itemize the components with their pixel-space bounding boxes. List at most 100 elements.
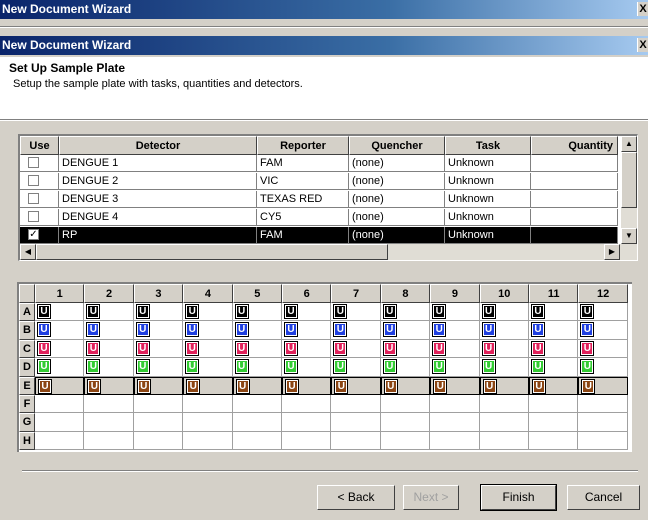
plate-well[interactable]: U	[331, 321, 381, 340]
use-checkbox[interactable]	[28, 211, 39, 222]
use-checkbox[interactable]: ✓	[28, 229, 39, 240]
column-header-quantity[interactable]: Quantity	[531, 136, 618, 155]
plate-well[interactable]	[331, 413, 381, 432]
plate-well[interactable]	[430, 431, 480, 451]
plate-row-header[interactable]: C	[19, 339, 35, 359]
plate-well[interactable]	[35, 395, 85, 414]
plate-well[interactable]	[529, 395, 579, 414]
plate-well[interactable]: U	[35, 376, 85, 395]
plate-well[interactable]: U	[529, 303, 579, 322]
plate-column-header[interactable]: 5	[232, 284, 282, 303]
column-header-quencher[interactable]: Quencher	[349, 136, 445, 155]
plate-well[interactable]: U	[183, 321, 233, 340]
plate-column-header[interactable]: 8	[380, 284, 431, 303]
plate-well[interactable]	[331, 395, 381, 414]
column-header-reporter[interactable]: Reporter	[257, 136, 349, 155]
plate-well[interactable]: U	[331, 376, 381, 395]
plate-row-header[interactable]: A	[19, 303, 35, 322]
plate-well[interactable]: U	[380, 358, 431, 377]
plate-well[interactable]: U	[282, 376, 332, 395]
plate-well[interactable]	[578, 413, 628, 432]
plate-column-header[interactable]: 10	[479, 284, 529, 303]
plate-well[interactable]	[84, 395, 134, 414]
plate-well[interactable]: U	[430, 303, 480, 322]
table-row[interactable]: DENGUE 3 TEXAS RED (none) Unknown	[20, 191, 618, 209]
plate-row-header[interactable]: H	[19, 431, 35, 451]
plate-well[interactable]: U	[380, 376, 431, 395]
plate-well[interactable]	[331, 431, 381, 451]
plate-well[interactable]: U	[529, 321, 579, 340]
plate-well[interactable]	[380, 413, 431, 432]
plate-well[interactable]: U	[578, 303, 628, 322]
plate-well[interactable]	[578, 395, 628, 414]
plate-well[interactable]	[232, 395, 282, 414]
plate-row-header[interactable]: B	[19, 321, 35, 340]
plate-well[interactable]: U	[133, 339, 184, 359]
plate-well[interactable]: U	[133, 321, 184, 340]
plate-well[interactable]	[232, 413, 282, 432]
vertical-scrollbar[interactable]: ▲ ▼	[621, 136, 637, 244]
plate-well[interactable]: U	[183, 358, 233, 377]
plate-well[interactable]: U	[380, 321, 431, 340]
plate-well[interactable]: U	[578, 358, 628, 377]
plate-row-header[interactable]: E	[19, 376, 35, 395]
use-checkbox[interactable]	[28, 193, 39, 204]
plate-well[interactable]: U	[479, 321, 529, 340]
plate-well[interactable]: U	[183, 339, 233, 359]
plate-well[interactable]	[133, 413, 184, 432]
plate-well[interactable]: U	[529, 339, 579, 359]
scroll-thumb[interactable]	[36, 244, 388, 260]
plate-well[interactable]: U	[232, 376, 282, 395]
next-button[interactable]: Next >	[403, 485, 459, 510]
plate-well[interactable]: U	[479, 376, 529, 395]
cell-use[interactable]: ✓	[20, 227, 59, 244]
plate-row-header[interactable]: D	[19, 358, 35, 377]
scroll-right-icon[interactable]: ▶	[604, 244, 620, 260]
plate-well[interactable]: U	[529, 376, 579, 395]
plate-column-header[interactable]: 2	[84, 284, 134, 303]
plate-well[interactable]: U	[133, 358, 184, 377]
plate-column-header[interactable]: 6	[282, 284, 332, 303]
plate-well[interactable]: U	[578, 339, 628, 359]
plate-well[interactable]	[380, 395, 431, 414]
plate-well[interactable]	[35, 413, 85, 432]
plate-well[interactable]: U	[84, 321, 134, 340]
plate-well[interactable]	[133, 431, 184, 451]
plate-well[interactable]	[282, 431, 332, 451]
plate-well[interactable]: U	[133, 376, 184, 395]
plate-well[interactable]: U	[232, 339, 282, 359]
plate-well[interactable]	[479, 395, 529, 414]
plate-well[interactable]: U	[578, 321, 628, 340]
plate-well[interactable]	[479, 413, 529, 432]
plate-column-header[interactable]: 11	[529, 284, 579, 303]
plate-well[interactable]: U	[84, 358, 134, 377]
plate-well[interactable]	[430, 413, 480, 432]
plate-well[interactable]	[529, 413, 579, 432]
plate-well[interactable]	[84, 431, 134, 451]
use-checkbox[interactable]	[28, 157, 39, 168]
plate-well[interactable]: U	[35, 321, 85, 340]
column-header-use[interactable]: Use	[20, 136, 59, 155]
plate-well[interactable]	[183, 431, 233, 451]
plate-column-header[interactable]: 3	[133, 284, 184, 303]
plate-well[interactable]: U	[35, 358, 85, 377]
table-row[interactable]: ✓ RP FAM (none) Unknown	[20, 227, 618, 245]
plate-column-header[interactable]: 12	[578, 284, 628, 303]
plate-well[interactable]: U	[282, 303, 332, 322]
close-icon[interactable]: X	[637, 2, 648, 16]
plate-well[interactable]: U	[35, 339, 85, 359]
plate-column-header[interactable]: 9	[430, 284, 480, 303]
use-checkbox[interactable]	[28, 175, 39, 186]
cancel-button[interactable]: Cancel	[567, 485, 640, 510]
table-row[interactable]: DENGUE 1 FAM (none) Unknown	[20, 155, 618, 173]
plate-well[interactable]: U	[84, 339, 134, 359]
close-icon[interactable]: X	[637, 38, 648, 52]
plate-well[interactable]	[282, 413, 332, 432]
plate-well[interactable]: U	[430, 358, 480, 377]
plate-well[interactable]: U	[183, 376, 233, 395]
cell-use[interactable]	[20, 209, 59, 226]
plate-well[interactable]: U	[331, 339, 381, 359]
plate-well[interactable]: U	[232, 358, 282, 377]
scroll-down-icon[interactable]: ▼	[621, 228, 637, 244]
plate-well[interactable]: U	[380, 303, 431, 322]
